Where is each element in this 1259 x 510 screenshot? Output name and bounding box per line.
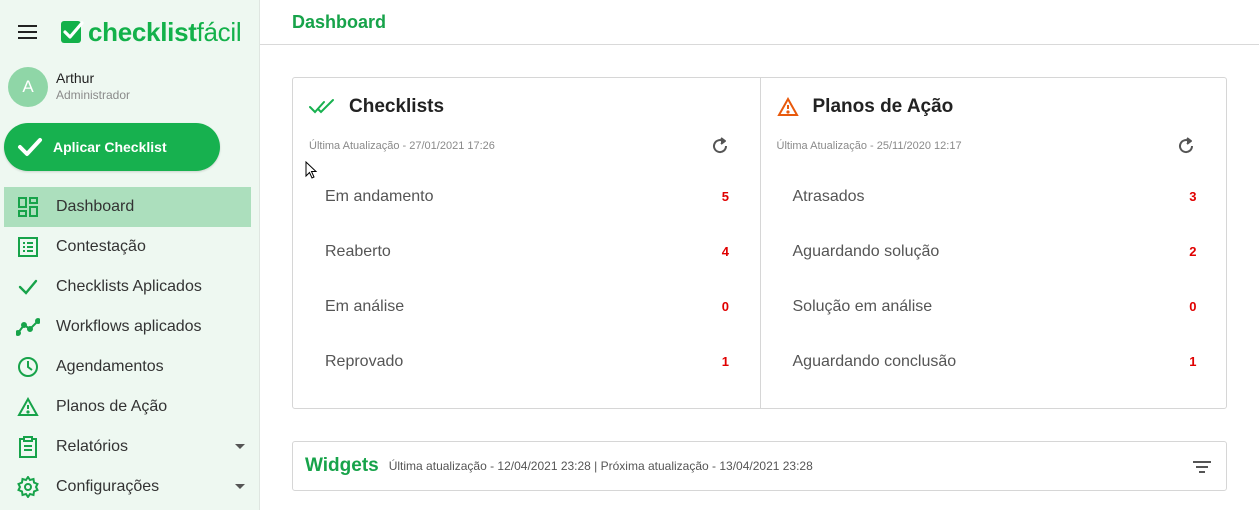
- sidebar-item-contestacao[interactable]: Contestação: [4, 227, 251, 267]
- checklist-row-em-andamento[interactable]: Em andamento 5: [325, 169, 729, 224]
- checklist-row-reprovado[interactable]: Reprovado 1: [325, 334, 729, 389]
- checklist-row-em-analise[interactable]: Em análise 0: [325, 279, 729, 334]
- checklists-title: Checklists: [349, 96, 445, 117]
- filter-icon[interactable]: [1192, 457, 1212, 477]
- sidebar-item-label: Workflows aplicados: [56, 318, 202, 335]
- sidebar-item-dashboard[interactable]: Dashboard: [4, 187, 251, 227]
- warning-icon: [16, 395, 40, 419]
- menu-icon[interactable]: [18, 25, 38, 41]
- apply-checklist-label: Aplicar Checklist: [53, 139, 167, 155]
- trend-icon: [16, 315, 40, 339]
- sidebar-item-label: Configurações: [56, 478, 160, 495]
- logo[interactable]: checklistfácil: [60, 17, 242, 47]
- list-icon: [16, 235, 40, 259]
- widgets-update-info: Última atualização - 12/04/2021 23:28 | …: [388, 459, 813, 473]
- sidebar: checklistfácil A Arthur Administrador Ap…: [0, 0, 260, 510]
- action-row-aguardando-solucao[interactable]: Aguardando solução 2: [793, 224, 1197, 279]
- apply-checklist-button[interactable]: Aplicar Checklist: [4, 123, 220, 171]
- row-label: Aguardando conclusão: [792, 352, 957, 370]
- sidebar-item-label: Agendamentos: [56, 358, 164, 375]
- sidebar-item-label: Dashboard: [56, 198, 135, 215]
- row-count: 1: [721, 354, 729, 369]
- row-label: Reaberto: [325, 242, 391, 260]
- double-check-icon: [309, 99, 334, 114]
- summary-cards: Checklists Última Atualização - 27/01/20…: [292, 77, 1227, 409]
- row-label: Em análise: [325, 297, 405, 315]
- sidebar-item-checklists-aplicados[interactable]: Checklists Aplicados: [4, 267, 251, 307]
- widgets-bar: Widgets Última atualização - 12/04/2021 …: [292, 441, 1227, 491]
- sidebar-item-label: Relatórios: [56, 438, 129, 455]
- row-count: 4: [721, 244, 729, 259]
- sidebar-item-configuracoes[interactable]: Configurações: [4, 467, 251, 507]
- check-icon: [18, 138, 42, 156]
- row-count: 0: [1189, 299, 1197, 314]
- sidebar-item-planos-de-acao[interactable]: Planos de Ação: [4, 387, 251, 427]
- refresh-icon[interactable]: [1176, 136, 1196, 156]
- row-count: 3: [1189, 189, 1197, 204]
- row-label: Solução em análise: [792, 297, 933, 315]
- user-name: Arthur: [56, 70, 95, 86]
- logo-text: checklistfácil: [88, 17, 242, 47]
- clipboard-icon: [16, 435, 40, 459]
- sidebar-nav: Dashboard Contestação Checklists Aplicad…: [4, 187, 251, 507]
- checklists-updated: Última Atualização - 27/01/2021 17:26: [309, 140, 495, 152]
- chevron-down-icon[interactable]: [235, 484, 245, 489]
- chevron-down-icon[interactable]: [235, 444, 245, 449]
- checklist-row-reaberto[interactable]: Reaberto 4: [325, 224, 729, 279]
- avatar: A: [8, 67, 48, 107]
- checklists-card: Checklists Última Atualização - 27/01/20…: [293, 78, 760, 408]
- sidebar-item-label: Checklists Aplicados: [56, 278, 202, 295]
- mouse-cursor-icon: [305, 161, 318, 179]
- row-label: Aguardando solução: [792, 242, 940, 260]
- sidebar-item-relatorios[interactable]: Relatórios: [4, 427, 251, 467]
- clock-icon: [16, 355, 40, 379]
- page-title: Dashboard: [292, 12, 387, 32]
- widgets-title: Widgets: [305, 455, 379, 476]
- row-count: 5: [721, 189, 729, 204]
- dashboard-icon: [16, 195, 40, 219]
- sidebar-item-label: Contestação: [56, 238, 146, 255]
- action-row-aguardando-conclusao[interactable]: Aguardando conclusão 1: [793, 334, 1197, 389]
- sidebar-item-label: Planos de Ação: [56, 398, 168, 415]
- warning-icon: [776, 97, 799, 116]
- user-profile[interactable]: A Arthur Administrador: [8, 67, 130, 107]
- refresh-icon[interactable]: [710, 136, 730, 156]
- action-plans-updated: Última Atualização - 25/11/2020 12:17: [776, 140, 962, 152]
- user-role: Administrador: [56, 88, 131, 102]
- action-row-atrasados[interactable]: Atrasados 3: [793, 169, 1197, 224]
- topbar: Dashboard: [260, 0, 1259, 45]
- action-row-solucao-em-analise[interactable]: Solução em análise 0: [793, 279, 1197, 334]
- action-plans-card: Planos de Ação Última Atualização - 25/1…: [759, 78, 1227, 408]
- row-count: 0: [721, 299, 729, 314]
- row-count: 1: [1189, 354, 1197, 369]
- sidebar-item-agendamentos[interactable]: Agendamentos: [4, 347, 251, 387]
- row-count: 2: [1189, 244, 1197, 259]
- check-icon: [16, 275, 40, 299]
- row-label: Atrasados: [792, 187, 865, 205]
- row-label: Reprovado: [325, 352, 404, 370]
- row-label: Em andamento: [325, 187, 434, 205]
- action-plans-title: Planos de Ação: [812, 96, 954, 117]
- logo-check-icon: [61, 21, 84, 43]
- sidebar-item-workflows[interactable]: Workflows aplicados: [4, 307, 251, 347]
- gear-icon: [16, 475, 40, 499]
